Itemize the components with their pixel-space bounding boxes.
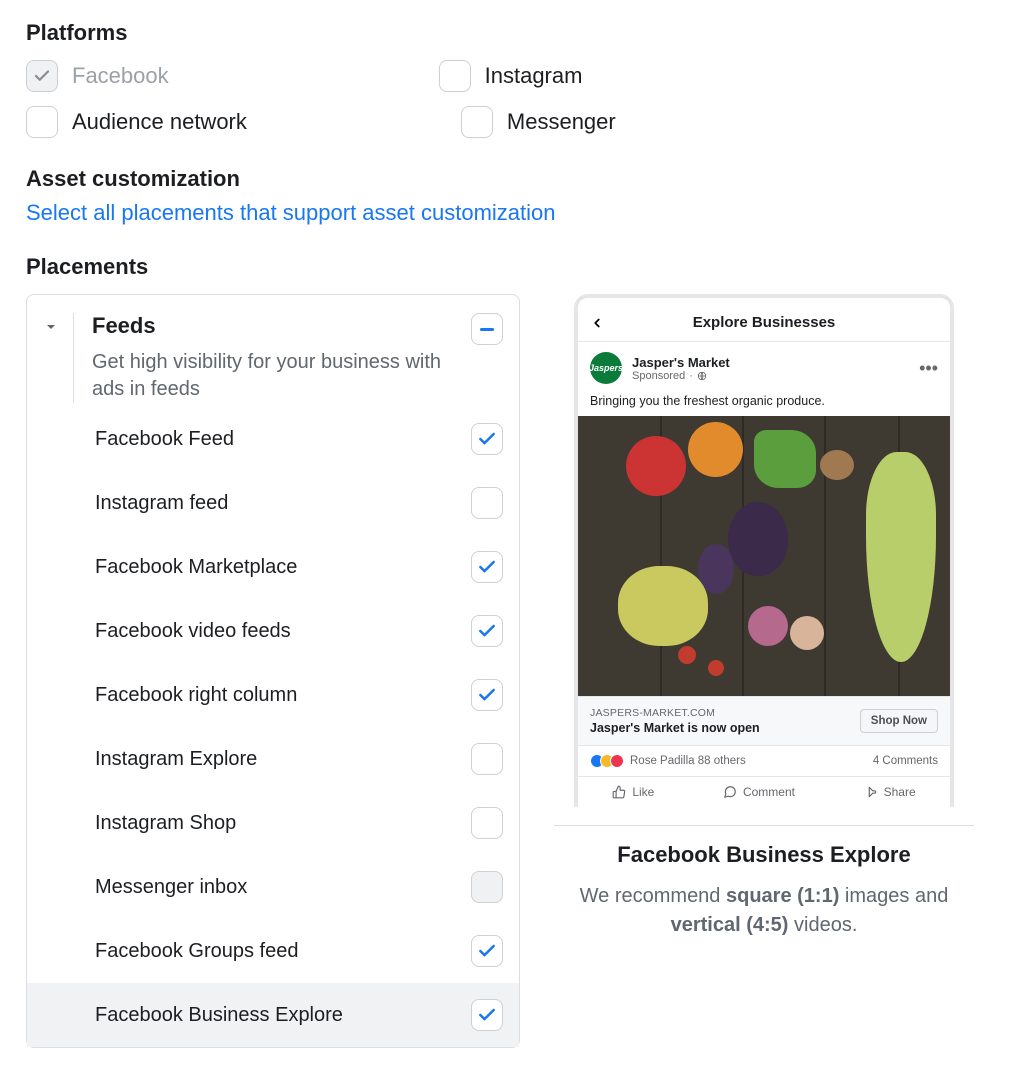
placement-item-label: Facebook Groups feed: [95, 940, 298, 963]
feeds-group-header: Feeds Get high visibility for your busin…: [27, 295, 519, 407]
preview-social-text: Rose Padilla 88 others: [630, 755, 746, 767]
placements-heading: Placements: [26, 254, 994, 280]
placement-item-label: Facebook right column: [95, 684, 297, 707]
preview-recommendation: We recommend square (1:1) images and ver…: [554, 882, 974, 940]
love-reaction-icon: [610, 754, 624, 768]
preview-nav-title: Explore Businesses: [614, 314, 914, 331]
platform-messenger-checkbox[interactable]: [461, 106, 493, 138]
placement-item[interactable]: Instagram Shop: [27, 791, 519, 855]
preview-social-row: Rose Padilla 88 others 4 Comments: [578, 745, 950, 776]
placement-item-checkbox[interactable]: [471, 423, 503, 455]
preview-link-card: JASPERS-MARKET.COM Jasper's Market is no…: [578, 696, 950, 745]
platforms-row-1: Facebook Instagram: [26, 60, 994, 92]
placement-item[interactable]: Instagram feed: [27, 471, 519, 535]
placement-item-label: Messenger inbox: [95, 876, 247, 899]
placement-item-checkbox[interactable]: [471, 487, 503, 519]
preview-column: Explore Businesses Jaspers Jasper's Mark…: [554, 294, 974, 940]
preview-post-text: Bringing you the freshest organic produc…: [578, 388, 950, 416]
check-icon: [477, 557, 497, 577]
check-icon: [477, 621, 497, 641]
feeds-description: Get high visibility for your business wi…: [92, 349, 452, 403]
preview-title: Facebook Business Explore: [554, 842, 974, 868]
preview-nav-bar: Explore Businesses: [578, 308, 950, 342]
placement-item-label: Instagram Explore: [95, 748, 257, 771]
preview-cta-button[interactable]: Shop Now: [860, 709, 938, 733]
platform-instagram: Instagram: [439, 60, 583, 92]
platform-messenger-label: Messenger: [507, 109, 616, 135]
platform-instagram-checkbox[interactable]: [439, 60, 471, 92]
preview-divider: [554, 825, 974, 826]
phone-preview: Explore Businesses Jaspers Jasper's Mark…: [574, 294, 954, 807]
asset-customization-heading: Asset customization: [26, 166, 994, 192]
preview-action-row: Like Comment Share: [578, 776, 950, 807]
globe-icon: [697, 371, 707, 381]
share-button[interactable]: Share: [864, 785, 916, 799]
placement-item[interactable]: Instagram Explore: [27, 727, 519, 791]
placement-item[interactable]: Facebook right column: [27, 663, 519, 727]
placement-item-checkbox[interactable]: [471, 743, 503, 775]
preview-link-domain: JASPERS-MARKET.COM: [590, 707, 760, 719]
preview-post-header: Jaspers Jasper's Market Sponsored· •••: [578, 342, 950, 388]
placement-item-checkbox: [471, 871, 503, 903]
placement-item-label: Instagram feed: [95, 492, 228, 515]
placement-item[interactable]: Messenger inbox: [27, 855, 519, 919]
check-icon: [33, 67, 51, 85]
placement-item-label: Instagram Shop: [95, 812, 236, 835]
comment-button[interactable]: Comment: [723, 785, 795, 799]
like-icon: [612, 785, 626, 799]
platforms-heading: Platforms: [26, 20, 994, 46]
avatar: Jaspers: [590, 352, 622, 384]
feeds-items-list: Facebook Feed Instagram feed Facebook Mark…: [27, 407, 519, 1047]
platforms-row-2: Audience network Messenger: [26, 106, 994, 138]
platform-audience-network-checkbox[interactable]: [26, 106, 58, 138]
placement-item-label: Facebook Feed: [95, 428, 234, 451]
share-icon: [864, 785, 878, 799]
check-icon: [477, 685, 497, 705]
check-icon: [477, 1005, 497, 1025]
placement-item-checkbox[interactable]: [471, 999, 503, 1031]
placement-item-checkbox[interactable]: [471, 551, 503, 583]
placements-panel: Feeds Get high visibility for your busin…: [26, 294, 520, 1048]
preview-media: [578, 416, 950, 696]
more-icon[interactable]: •••: [919, 358, 938, 379]
placement-item-label: Facebook Marketplace: [95, 556, 297, 579]
chevron-down-icon[interactable]: [43, 319, 59, 335]
preview-page-name: Jasper's Market: [632, 355, 730, 370]
like-button[interactable]: Like: [612, 785, 654, 799]
placement-item[interactable]: Facebook video feeds: [27, 599, 519, 663]
placement-item[interactable]: Facebook Business Explore: [27, 983, 519, 1047]
preview-comments-count: 4 Comments: [873, 755, 938, 767]
placement-item-label: Facebook Business Explore: [95, 1004, 343, 1027]
check-icon: [477, 941, 497, 961]
placement-item-checkbox[interactable]: [471, 807, 503, 839]
platform-facebook-checkbox: [26, 60, 58, 92]
asset-customization-link[interactable]: Select all placements that support asset…: [26, 200, 994, 226]
divider: [73, 313, 74, 403]
placement-item[interactable]: Facebook Feed: [27, 407, 519, 471]
check-icon: [477, 429, 497, 449]
placement-item-checkbox[interactable]: [471, 615, 503, 647]
placement-item[interactable]: Facebook Groups feed: [27, 919, 519, 983]
feeds-indeterminate-checkbox[interactable]: [471, 313, 503, 345]
platform-facebook: Facebook: [26, 60, 169, 92]
minus-icon: [480, 328, 494, 331]
comment-icon: [723, 785, 737, 799]
preview-sponsored-line: Sponsored·: [632, 370, 730, 382]
placement-item-checkbox[interactable]: [471, 679, 503, 711]
reaction-icons: [590, 754, 624, 768]
placement-item[interactable]: Facebook Marketplace: [27, 535, 519, 599]
platform-facebook-label: Facebook: [72, 63, 169, 89]
platform-audience-network: Audience network: [26, 106, 247, 138]
back-icon[interactable]: [590, 316, 604, 330]
platform-instagram-label: Instagram: [485, 63, 583, 89]
placement-item-checkbox[interactable]: [471, 935, 503, 967]
platform-audience-network-label: Audience network: [72, 109, 247, 135]
placement-item-label: Facebook video feeds: [95, 620, 291, 643]
platform-messenger: Messenger: [461, 106, 616, 138]
feeds-title: Feeds: [92, 313, 457, 339]
preview-link-headline: Jasper's Market is now open: [590, 721, 760, 735]
